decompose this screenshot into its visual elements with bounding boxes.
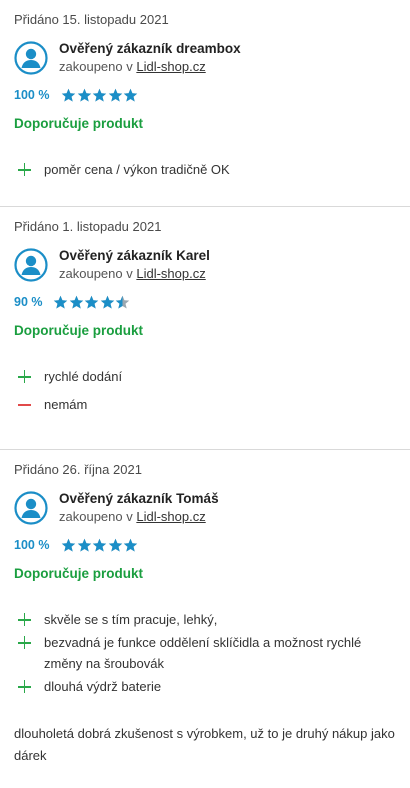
star-icon xyxy=(61,538,76,551)
review-date: Přidáno 15. listopadu 2021 xyxy=(14,12,169,27)
rating: 100 % xyxy=(14,86,396,104)
purchased-info: zakoupeno v Lidl-shop.cz xyxy=(59,58,241,76)
star-icon xyxy=(108,88,122,101)
pro-item: poměr cena / výkon tradičně OK xyxy=(14,159,396,180)
purchased-info: zakoupeno v Lidl-shop.cz xyxy=(59,265,210,283)
plus-icon xyxy=(14,159,44,180)
star-icon xyxy=(69,295,83,308)
pro-text: dlouhá výdrž baterie xyxy=(44,679,162,694)
recommend-label: Doporučuje produkt xyxy=(14,566,143,581)
rating-percent: 100 % xyxy=(14,88,50,102)
review-item: Přidáno 1. listopadu 2021 Ověřený zákazn… xyxy=(0,207,410,450)
star-icon xyxy=(108,538,122,551)
recommend-label: Doporučuje produkt xyxy=(14,323,143,338)
minus-icon xyxy=(14,394,44,415)
user-avatar-icon xyxy=(14,41,48,75)
user-avatar-icon xyxy=(14,248,48,282)
plus-icon xyxy=(14,632,44,653)
review-item: Přidáno 15. listopadu 2021 Ověřený zákaz… xyxy=(0,0,410,207)
user-avatar-icon xyxy=(14,491,48,525)
review-author: Ověřený zákazník Tomáš zakoupeno v Lidl-… xyxy=(14,488,396,528)
pro-text: rychlé dodání xyxy=(44,369,123,384)
rating-percent: 90 % xyxy=(14,295,43,309)
shop-link[interactable]: Lidl-shop.cz xyxy=(136,509,205,524)
rating: 90 % xyxy=(14,293,396,311)
plus-icon xyxy=(14,676,44,697)
pro-item: skvěle se s tím pracuje, lehký, xyxy=(14,609,396,630)
shop-link[interactable]: Lidl-shop.cz xyxy=(136,266,205,281)
star-icon xyxy=(100,295,114,308)
author-name: Ověřený zákazník Tomáš xyxy=(59,491,219,506)
con-text: nemám xyxy=(44,397,88,412)
pro-text: poměr cena / výkon tradičně OK xyxy=(44,162,230,177)
con-item: nemám xyxy=(14,394,396,415)
pro-item: rychlé dodání xyxy=(14,366,396,387)
rating: 100 % xyxy=(14,536,396,554)
author-name: Ověřený zákazník dreambox xyxy=(59,41,241,56)
review-date: Přidáno 26. října 2021 xyxy=(14,462,142,477)
star-rating xyxy=(61,88,139,103)
star-icon xyxy=(92,538,107,551)
review-date: Přidáno 1. listopadu 2021 xyxy=(14,219,162,234)
review-author: Ověřený zákazník Karel zakoupeno v Lidl-… xyxy=(14,245,396,285)
star-icon xyxy=(77,538,91,551)
star-rating xyxy=(61,538,139,553)
plus-icon xyxy=(14,366,44,387)
star-icon xyxy=(61,88,76,101)
review-author: Ověřený zákazník dreambox zakoupeno v Li… xyxy=(14,38,396,78)
pros-cons-list: rychlé dodání nemám xyxy=(14,366,396,438)
purchased-label: zakoupeno v xyxy=(59,509,133,524)
star-rating xyxy=(53,295,131,310)
star-icon xyxy=(77,88,91,101)
pro-item: dlouhá výdrž baterie xyxy=(14,676,396,697)
purchased-label: zakoupeno v xyxy=(59,266,133,281)
pros-cons-list: skvěle se s tím pracuje, lehký, bezvadná… xyxy=(14,609,396,697)
shop-link[interactable]: Lidl-shop.cz xyxy=(136,59,205,74)
star-icon xyxy=(92,88,107,101)
pro-text: bezvadná je funkce oddělení sklíčidla a … xyxy=(44,635,362,671)
pro-text: skvěle se s tím pracuje, lehký, xyxy=(44,612,218,627)
star-icon xyxy=(84,295,99,308)
star-icon xyxy=(123,538,138,551)
star-icon xyxy=(115,295,130,308)
recommend-label: Doporučuje produkt xyxy=(14,116,143,131)
star-icon xyxy=(53,295,68,308)
pros-cons-list: poměr cena / výkon tradičně OK xyxy=(14,159,396,203)
pro-item: bezvadná je funkce oddělení sklíčidla a … xyxy=(14,632,396,674)
author-name: Ověřený zákazník Karel xyxy=(59,248,210,263)
star-icon xyxy=(123,88,138,101)
rating-percent: 100 % xyxy=(14,538,50,552)
purchased-info: zakoupeno v Lidl-shop.cz xyxy=(59,508,219,526)
review-comment: dlouholetá dobrá zkušenost s výrobkem, u… xyxy=(14,726,395,763)
review-item: Přidáno 26. října 2021 Ověřený zákazník … xyxy=(0,450,410,788)
plus-icon xyxy=(14,609,44,630)
purchased-label: zakoupeno v xyxy=(59,59,133,74)
